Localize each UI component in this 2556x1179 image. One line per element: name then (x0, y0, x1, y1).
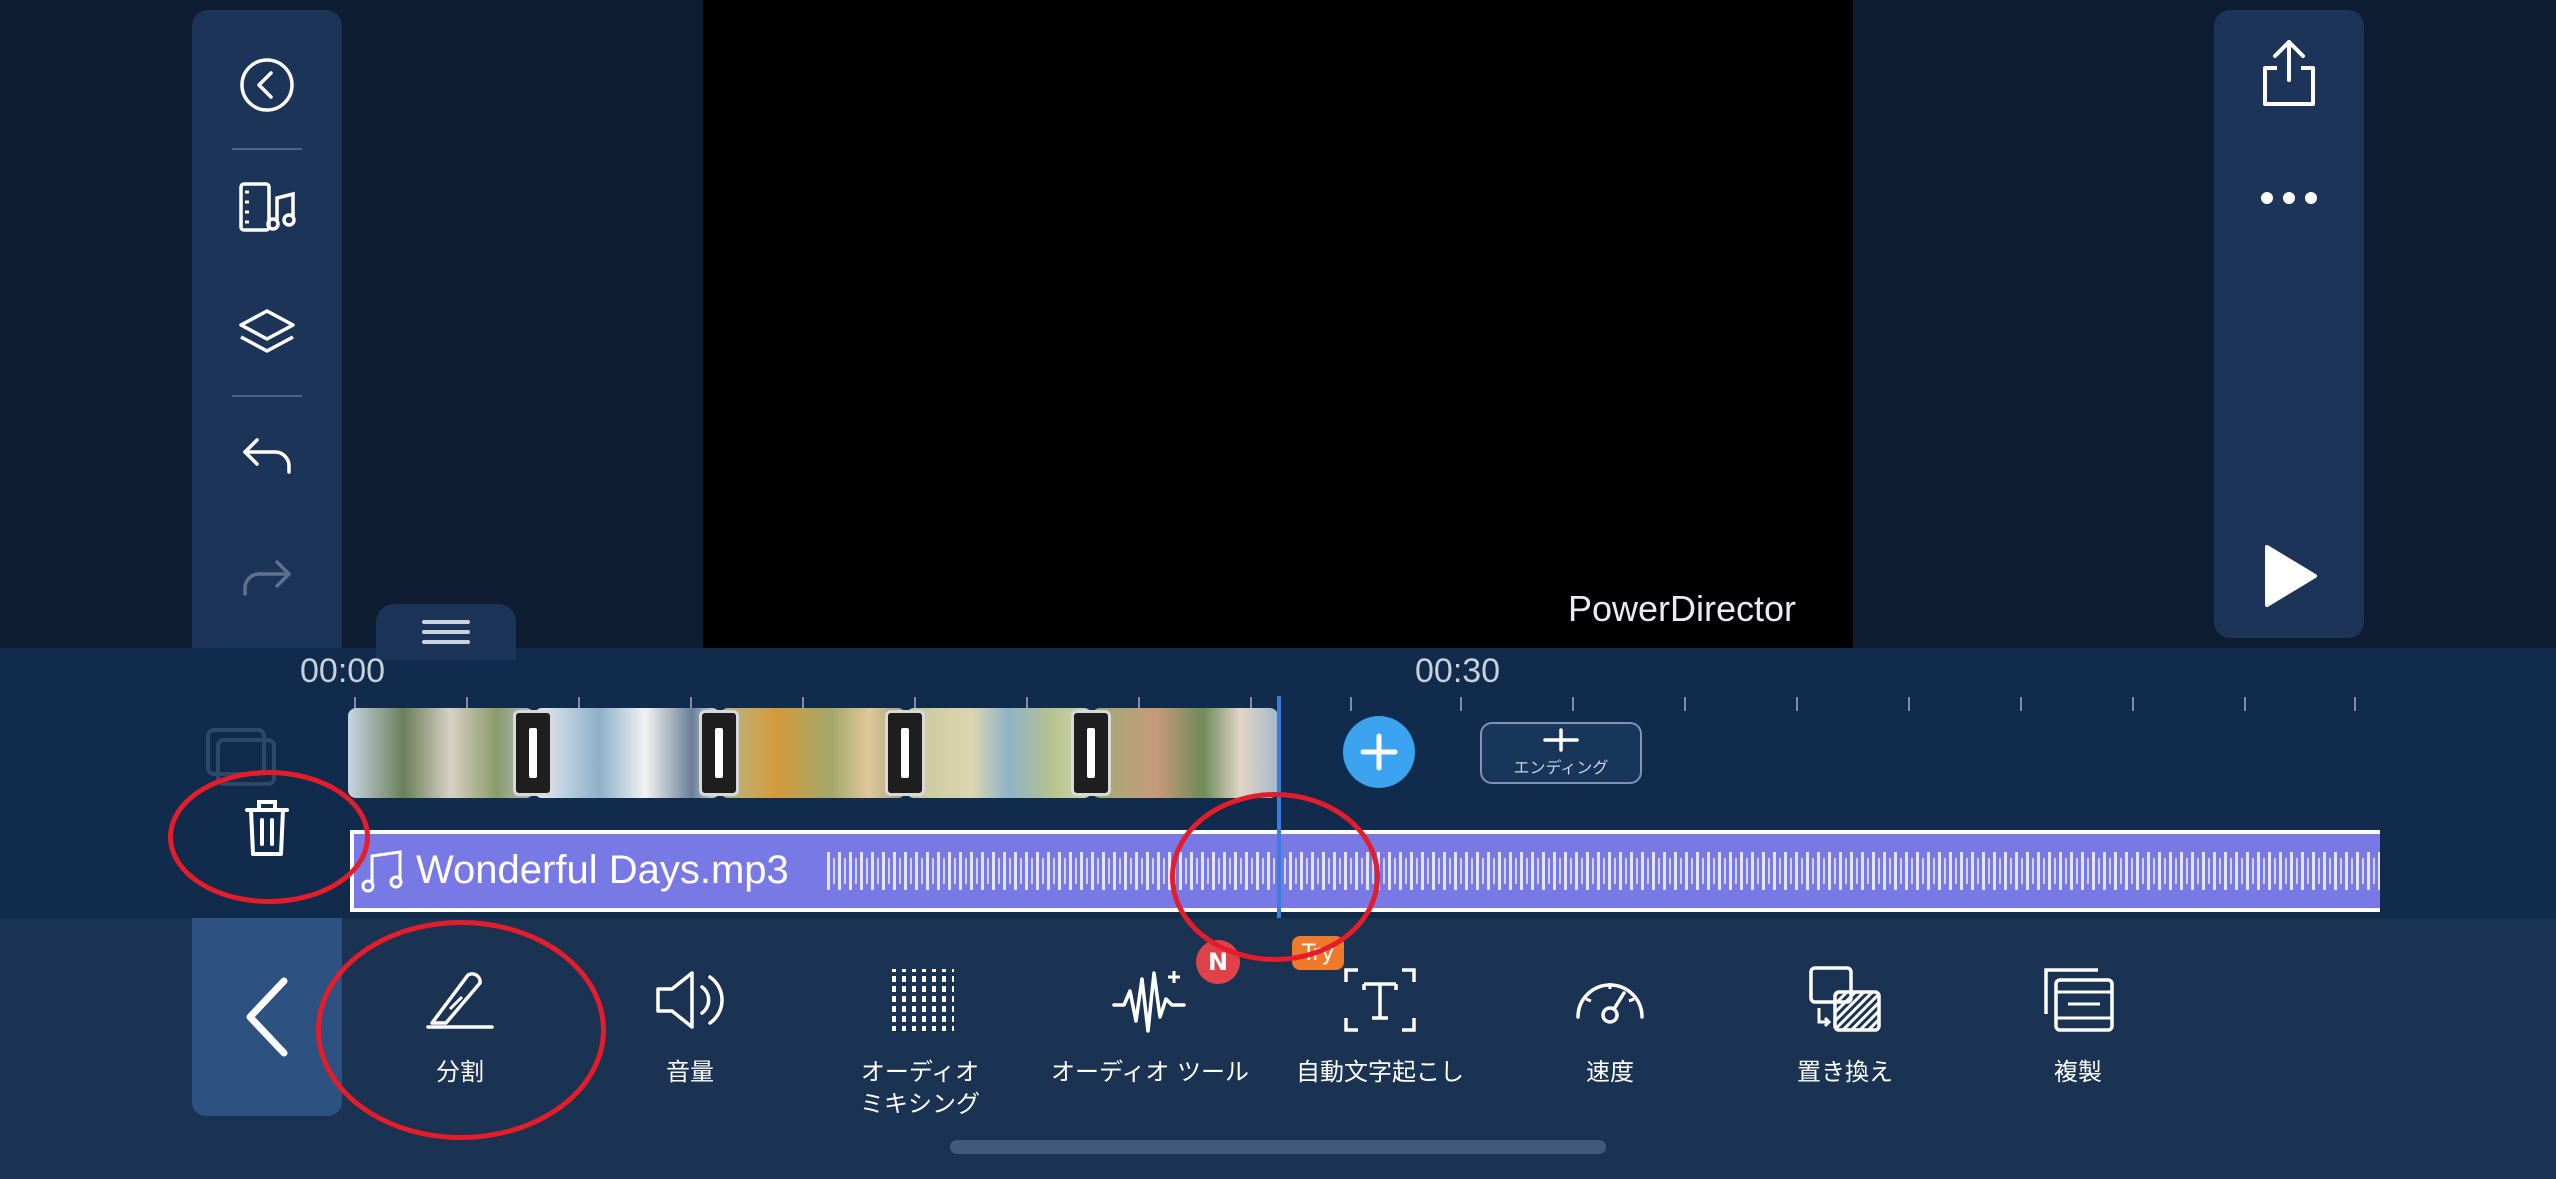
duplicate-label: 複製 (2054, 1058, 2102, 1086)
transition-marker[interactable] (513, 710, 553, 796)
auto-transcribe-label: 自動文字起こし (1296, 1058, 1464, 1086)
audio-mixing-icon (880, 960, 960, 1040)
play-icon[interactable] (2249, 536, 2329, 616)
duplicate-icon (2038, 960, 2118, 1040)
undo-icon[interactable] (227, 418, 307, 498)
replace-label: 置き換え (1797, 1058, 1893, 1086)
video-clip[interactable] (720, 708, 906, 798)
tick (2132, 697, 2134, 711)
more-options-icon[interactable] (2249, 158, 2329, 238)
tick (1908, 697, 1910, 711)
video-clip[interactable] (348, 708, 534, 798)
tick (1796, 697, 1798, 711)
tick (2020, 697, 2022, 711)
redo-icon[interactable] (227, 540, 307, 620)
volume-tool-button[interactable]: 音量 (580, 960, 800, 1088)
speedometer-icon (1570, 960, 1650, 1040)
transition-marker[interactable] (699, 710, 739, 796)
home-indicator (950, 1140, 1606, 1154)
annotation-circle-split (316, 920, 606, 1140)
watermark: PowerDirector (1567, 588, 1796, 629)
audio-clip-name: Wonderful Days.mp3 (416, 848, 789, 892)
add-clip-button[interactable] (1343, 716, 1415, 788)
audio-mixing-label: オーディオ ミキシング (860, 1058, 980, 1118)
add-ending-button[interactable]: エンディング (1480, 722, 1642, 784)
replace-icon (1805, 960, 1885, 1040)
auto-transcribe-tool-button[interactable]: 自動文字起こし (1270, 960, 1490, 1088)
ending-label: エンディング (1513, 758, 1609, 777)
tick (1684, 697, 1686, 711)
duplicate-tool-button[interactable]: 複製 (1968, 960, 2188, 1088)
transition-marker[interactable] (1071, 710, 1111, 796)
annotation-circle-playhead (1170, 792, 1380, 962)
layers-icon[interactable] (227, 295, 307, 375)
share-icon[interactable] (2249, 32, 2329, 112)
audio-wave-icon (1110, 960, 1190, 1040)
volume-label: 音量 (666, 1058, 714, 1086)
video-preview[interactable] (703, 0, 1853, 648)
tick (1460, 697, 1462, 711)
volume-icon (650, 960, 730, 1040)
video-clip[interactable] (906, 708, 1092, 798)
separator (232, 395, 302, 397)
video-clip[interactable] (534, 708, 720, 798)
back-icon[interactable] (227, 45, 307, 125)
time-label-start: 00:00 (300, 652, 386, 690)
plus-icon (1543, 728, 1579, 752)
chevron-left-icon (246, 977, 288, 1057)
time-label-30s: 00:30 (1415, 652, 1501, 690)
music-note-icon (360, 850, 406, 898)
speed-label: 速度 (1586, 1058, 1634, 1086)
transition-marker[interactable] (885, 710, 925, 796)
tick (1350, 697, 1352, 711)
audio-mixing-tool-button[interactable]: オーディオ ミキシング (810, 960, 1030, 1120)
tick (2244, 697, 2246, 711)
speed-tool-button[interactable]: 速度 (1500, 960, 1720, 1088)
annotation-circle-trash (168, 770, 370, 904)
media-library-icon[interactable] (227, 170, 307, 250)
tick (1572, 697, 1574, 711)
replace-tool-button[interactable]: 置き換え (1735, 960, 1955, 1088)
separator (232, 148, 302, 150)
timeline-resize-handle[interactable] (376, 604, 516, 660)
tick (2354, 697, 2356, 711)
text-frame-icon (1340, 960, 1420, 1040)
video-clip[interactable] (1092, 708, 1278, 798)
audio-tools-label: オーディオ ツール (1051, 1058, 1249, 1086)
